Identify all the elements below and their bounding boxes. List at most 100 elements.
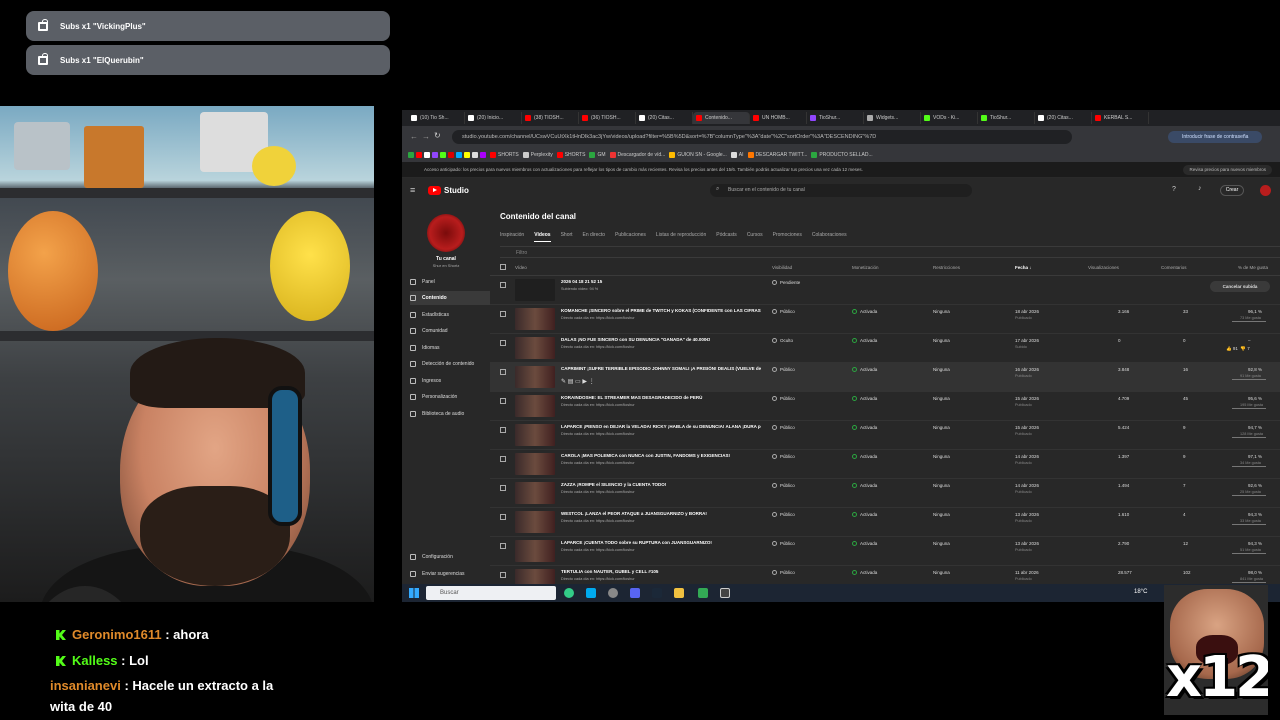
browser-tab[interactable]: (36) TIOSH... (579, 112, 636, 124)
video-row[interactable]: LAPARCE ¡CUENTA TODO sobre su RUPTURA co… (490, 537, 1280, 566)
monetization-value[interactable]: Activada (860, 541, 877, 546)
url-input[interactable]: studio.youtube.com/channel/UCswVCuUtXk1t… (452, 130, 1072, 144)
browser-tab[interactable]: VODs - Ki... (921, 112, 978, 124)
bookmark[interactable]: GUION SN - Google... (669, 152, 727, 158)
more-icon[interactable]: ⋮ (589, 379, 595, 385)
bookmark[interactable]: Perplexity (522, 152, 553, 158)
visibility-value[interactable]: Público (780, 367, 795, 372)
tab-courses[interactable]: Cursos (747, 232, 763, 242)
bookmark[interactable]: GM (589, 152, 606, 158)
edit-icon[interactable]: ✎ (561, 379, 566, 385)
help-icon[interactable]: ? (1172, 186, 1176, 193)
visibility-value[interactable]: Público (780, 309, 795, 314)
tab-inspiration[interactable]: Inspiración (500, 232, 524, 242)
browser-tab[interactable]: TioShur... (978, 112, 1035, 124)
bookmark[interactable]: Descargador de víd... (609, 152, 665, 158)
row-checkbox[interactable] (500, 369, 506, 375)
tab-collaborations[interactable]: Colaboraciones (812, 232, 847, 242)
monetization-value[interactable]: Activada (860, 338, 877, 343)
visibility-value[interactable]: Público (780, 483, 795, 488)
video-row[interactable]: ZAZZA ¡ROMPE el SILENCIO y la CUENTA TOD… (490, 479, 1280, 508)
youtube-logo-icon[interactable] (428, 186, 441, 195)
notion-icon[interactable] (720, 588, 730, 598)
video-row[interactable]: CAROLA ¡MAS POLEMICA con NUNCA con JUSTI… (490, 450, 1280, 479)
comments-value[interactable]: 33 (1183, 309, 1188, 314)
browser-tab[interactable]: (20) Citas... (636, 112, 693, 124)
video-row[interactable]: KORAINDOSHE: EL STREAMER MAS DESAGRADECI… (490, 392, 1280, 421)
comments-value[interactable]: 4 (1183, 512, 1186, 517)
tab-live[interactable]: En directo (583, 232, 606, 242)
video-thumbnail[interactable] (515, 511, 555, 533)
folder-icon[interactable] (674, 588, 684, 598)
filter-input[interactable]: Filtro (500, 246, 1280, 258)
nav-panel[interactable]: Panel (410, 275, 490, 289)
video-row[interactable]: KOMANCHE ¡SINCERO sobre el PRIME de TWIT… (490, 305, 1280, 334)
bookmark[interactable] (408, 152, 486, 158)
video-title[interactable]: LAPARCE ¡CUENTA TODO sobre su RUPTURA co… (561, 540, 761, 545)
monetization-value[interactable]: Activada (860, 425, 877, 430)
browser-tab-active[interactable]: Contenido... (693, 112, 750, 124)
nav-settings[interactable]: Configuración (410, 550, 490, 564)
video-title[interactable]: LAPARCE ¡PIENSO en DEJAR la VELADA! RICK… (561, 424, 761, 429)
browser-tab[interactable]: (20) Inicio... (465, 112, 522, 124)
video-title[interactable]: TERTULIA con NAUTER, GUBEL y CELL #105 (561, 569, 761, 574)
video-row[interactable]: DALAS ¡NO FUE SINCERO con SU DENUNCIA "G… (490, 334, 1280, 363)
row-checkbox[interactable] (500, 340, 506, 346)
taskbar-search-input[interactable]: Buscar (426, 586, 556, 600)
bookmark[interactable]: AI (730, 152, 744, 158)
nav-earn[interactable]: Ingresos (410, 374, 490, 388)
browser-tab[interactable]: UN HOMB... (750, 112, 807, 124)
monetization-value[interactable]: Activada (860, 367, 877, 372)
select-all-checkbox[interactable] (500, 264, 506, 270)
video-thumbnail[interactable] (515, 366, 555, 388)
pending-upload-row[interactable]: 2026 04 18 21 52 15 Subiendo vídeo: 94 % P… (490, 276, 1280, 305)
steam-icon[interactable] (652, 588, 662, 598)
tab-playlists[interactable]: Listas de reproducción (656, 232, 706, 242)
monetization-value[interactable]: Activada (860, 309, 877, 314)
video-thumbnail[interactable] (515, 308, 555, 330)
tab-promotions[interactable]: Promociones (773, 232, 802, 242)
row-checkbox[interactable] (500, 398, 506, 404)
bookmark[interactable]: SHORTS (556, 152, 585, 158)
monetization-value[interactable]: Activada (860, 396, 877, 401)
video-row[interactable]: WESTCOL ¡LANZA el PEOR ATAQUE a JUANSGUA… (490, 508, 1280, 537)
nav-customization[interactable]: Personalización (410, 390, 490, 404)
tab-videos[interactable]: Vídeos (534, 232, 551, 242)
comments-value[interactable]: 12 (1183, 541, 1188, 546)
nav-feedback[interactable]: Enviar sugerencias (410, 567, 490, 581)
video-thumbnail[interactable] (515, 424, 555, 446)
discord-icon[interactable] (630, 588, 640, 598)
video-title[interactable]: KOMANCHE ¡SINCERO sobre el PRIME de TWIT… (561, 308, 761, 313)
bookmark[interactable]: SHORTS (490, 152, 519, 158)
row-checkbox[interactable] (500, 427, 506, 433)
create-button[interactable]: Crear (1220, 185, 1244, 196)
monetization-value[interactable]: Activada (860, 454, 877, 459)
visibility-value[interactable]: Público (780, 396, 795, 401)
browser-tab[interactable]: TioShur... (807, 112, 864, 124)
visibility-value[interactable]: Público (780, 541, 795, 546)
video-thumbnail[interactable] (515, 482, 555, 504)
browser-tab[interactable]: (10) Tio Sh... (408, 112, 465, 124)
studio-search-input[interactable]: Buscar en el contenido de tu canal (710, 184, 972, 197)
monetization-value[interactable]: Activada (860, 512, 877, 517)
nav-content[interactable]: Contenido (410, 291, 490, 305)
video-row[interactable]: CAPRIMINT ¡SUFRE TERRIBLE EPISODIO JOHNN… (490, 363, 1280, 392)
notifications-icon[interactable]: ♪ (1198, 185, 1202, 192)
row-checkbox[interactable] (500, 456, 506, 462)
row-checkbox[interactable] (500, 485, 506, 491)
col-date[interactable]: Fecha ↓ (1015, 265, 1032, 270)
nav-audio-library[interactable]: Biblioteca de audio (410, 407, 490, 421)
comments-icon[interactable]: ▭ (575, 379, 581, 385)
browser-tab[interactable]: (38) TIOSH... (522, 112, 579, 124)
bookmark[interactable]: PRODUCTO SELLAD... (811, 152, 873, 158)
nav-content-detection[interactable]: Detección de contenido (410, 357, 490, 371)
comments-value[interactable]: 9 (1183, 425, 1186, 430)
video-title[interactable]: KORAINDOSHE: EL STREAMER MAS DESAGRADECI… (561, 395, 761, 400)
nav-community[interactable]: Comunidad (410, 324, 490, 338)
youtube-icon[interactable]: ▶ (582, 379, 587, 385)
chrome-icon[interactable] (564, 588, 574, 598)
windows-start-icon[interactable] (409, 588, 419, 598)
review-prices-button[interactable]: Revisa precios para nuevos miembros (1183, 165, 1272, 175)
edge-icon[interactable] (586, 588, 596, 598)
visibility-value[interactable]: Oculto (780, 338, 793, 343)
